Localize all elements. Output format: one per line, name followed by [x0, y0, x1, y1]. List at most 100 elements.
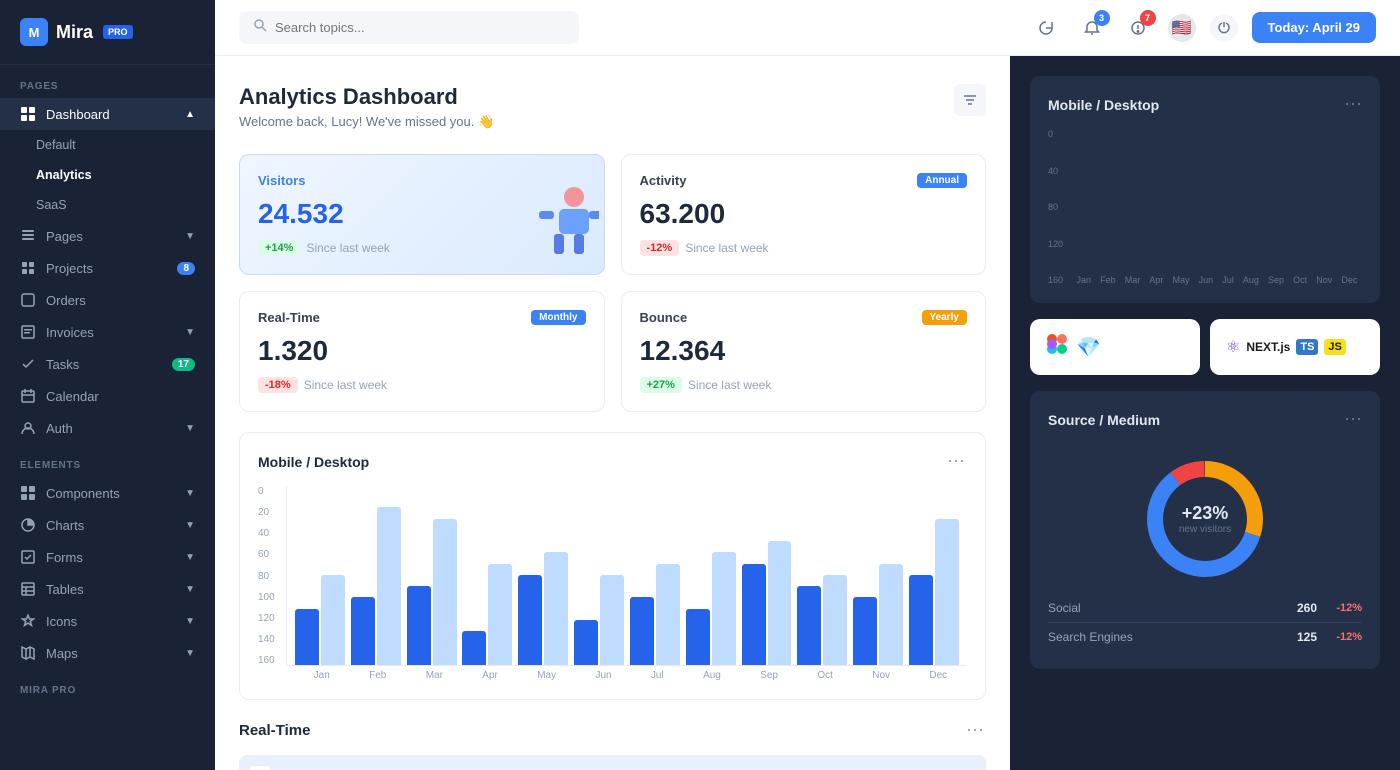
bar-group-may [518, 552, 568, 665]
sidebar-item-charts[interactable]: Charts ▼ [0, 509, 215, 541]
dashboard-label: Dashboard [46, 107, 110, 122]
alerts-button[interactable]: 7 [1122, 12, 1154, 44]
charts-icon [20, 517, 36, 533]
sidebar-item-forms[interactable]: Forms ▼ [0, 541, 215, 573]
charts-chevron: ▼ [185, 520, 195, 531]
icons-label: Icons [46, 614, 77, 629]
pages-section-label: PAGES [0, 65, 215, 98]
projects-label: Projects [46, 261, 93, 276]
map-container: + − [239, 755, 986, 770]
sidebar-item-maps[interactable]: Maps ▼ [0, 637, 215, 669]
dark-chart-content: 16012080400 [1048, 129, 1362, 285]
components-icon [20, 485, 36, 501]
page-header-left: Analytics Dashboard Welcome back, Lucy! … [239, 84, 494, 130]
projects-icon [20, 260, 36, 276]
notifications-badge: 3 [1094, 10, 1110, 26]
bar-group-nov [853, 564, 903, 665]
search-input[interactable] [275, 20, 565, 35]
donut-chart: +23% new visitors [1140, 454, 1270, 584]
bar-light-mar [433, 519, 457, 665]
redux-icon: ⚛ [1226, 337, 1240, 357]
source-table: Social 260 -12% Search Engines 125 -12% [1048, 594, 1362, 651]
invoices-chevron: ▼ [185, 327, 195, 338]
dark-side: Mobile / Desktop ⋯ 16012080400 [1010, 56, 1400, 770]
realtime-header: Real-Time Monthly [258, 310, 586, 325]
invoices-label: Invoices [46, 325, 94, 340]
bar-light-aug [712, 552, 736, 665]
mira-pro-section-label: MIRA PRO [0, 669, 215, 702]
tables-chevron: ▼ [185, 584, 195, 595]
sidebar-item-saas[interactable]: SaaS [0, 190, 215, 220]
visitors-label: Visitors [258, 173, 305, 188]
bar-group-oct [797, 575, 847, 665]
bounce-value: 12.364 [640, 335, 968, 367]
realtime-section-title: Real-Time [239, 722, 310, 739]
chart-more-button[interactable]: ⋯ [947, 451, 967, 472]
sidebar-item-invoices[interactable]: Invoices ▼ [0, 316, 215, 348]
bar-group-aug [686, 552, 736, 665]
default-label: Default [36, 138, 76, 152]
power-button[interactable] [1210, 14, 1238, 42]
sidebar-item-auth[interactable]: Auth ▼ [0, 412, 215, 444]
realtime-since: Since last week [304, 378, 387, 392]
maps-label: Maps [46, 646, 78, 661]
bar-group-sep [742, 541, 792, 665]
bar-dark-sep [742, 564, 766, 665]
bounce-change: +27% Since last week [640, 377, 968, 393]
maps-chevron: ▼ [185, 648, 195, 659]
dark-chart-more-button[interactable]: ⋯ [1344, 94, 1362, 115]
source-medium-more-button[interactable]: ⋯ [1344, 409, 1362, 430]
bar-light-sep [768, 541, 792, 665]
ts-icon: TS [1296, 339, 1318, 355]
notifications-button[interactable]: 3 [1076, 12, 1108, 44]
sidebar-item-analytics[interactable]: Analytics [0, 160, 215, 190]
source-medium-card: Source / Medium ⋯ [1030, 391, 1380, 669]
sidebar-item-dashboard[interactable]: Dashboard ▲ [0, 98, 215, 130]
light-side: Analytics Dashboard Welcome back, Lucy! … [215, 56, 1010, 770]
sidebar-item-tasks[interactable]: Tasks 17 [0, 348, 215, 380]
bar-group-feb [351, 507, 401, 665]
bar-group-jun [574, 575, 624, 665]
visitor-illustration [519, 179, 599, 272]
bounce-card: Bounce Yearly 12.364 +27% Since last wee… [621, 291, 987, 412]
source-row-search: Search Engines 125 -12% [1048, 623, 1362, 651]
world-map-svg [239, 755, 986, 770]
sidebar-item-pages[interactable]: Pages ▼ [0, 220, 215, 252]
topnav: 3 7 🇺🇸 Today: April 29 [215, 0, 1400, 56]
refresh-button[interactable] [1030, 12, 1062, 44]
sidebar-item-orders[interactable]: Orders [0, 284, 215, 316]
bar-light-oct [823, 575, 847, 665]
nextjs-icon: NEXT.js [1246, 340, 1290, 354]
sidebar-item-components[interactable]: Components ▼ [0, 477, 215, 509]
sidebar-item-tables[interactable]: Tables ▼ [0, 573, 215, 605]
bounce-change-pill: +27% [640, 377, 682, 393]
flag-button[interactable]: 🇺🇸 [1168, 14, 1196, 42]
sidebar-item-icons[interactable]: Icons ▼ [0, 605, 215, 637]
tech-card-redux-next: ⚛ NEXT.js TS JS [1210, 319, 1380, 375]
sidebar-item-calendar[interactable]: Calendar [0, 380, 215, 412]
page-header: Analytics Dashboard Welcome back, Lucy! … [239, 84, 986, 130]
sidebar-item-projects[interactable]: Projects 8 [0, 252, 215, 284]
dark-y-labels: 16012080400 [1048, 129, 1072, 285]
dark-bars-area [1072, 129, 1362, 269]
realtime-more-button[interactable]: ⋯ [966, 720, 986, 741]
chart-title: Mobile / Desktop [258, 454, 369, 470]
pages-chevron: ▼ [185, 231, 195, 242]
search-wrapper[interactable] [239, 11, 579, 44]
bar-group-jan [295, 575, 345, 665]
pro-badge: PRO [103, 25, 133, 39]
bar-light-apr [488, 564, 512, 665]
maps-icon [20, 645, 36, 661]
today-button[interactable]: Today: April 29 [1252, 12, 1376, 43]
analytics-label: Analytics [36, 168, 92, 182]
app-name: Mira [56, 22, 93, 43]
charts-label: Charts [46, 518, 84, 533]
tasks-badge: 17 [172, 358, 195, 371]
sidebar-item-default[interactable]: Default [0, 130, 215, 160]
bounce-since: Since last week [688, 378, 771, 392]
visitors-change-pill: +14% [258, 240, 300, 256]
donut-percent: +23% [1179, 503, 1231, 524]
bar-dark-may [518, 575, 542, 665]
filter-button[interactable] [954, 84, 986, 116]
bar-dark-apr [462, 631, 486, 665]
